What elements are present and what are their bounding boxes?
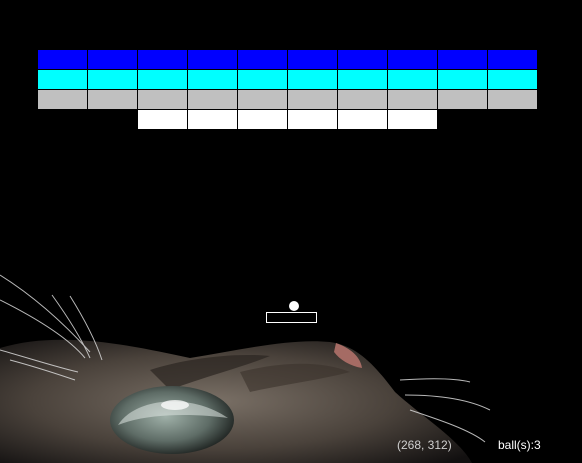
brick: [38, 70, 88, 90]
brick: [288, 50, 338, 70]
brick: [338, 90, 388, 110]
brick: [138, 110, 188, 130]
brick: [88, 50, 138, 70]
brick: [38, 50, 88, 70]
brick: [338, 50, 388, 70]
brick: [438, 70, 488, 90]
brick: [238, 50, 288, 70]
brick: [388, 110, 438, 130]
brick: [338, 110, 388, 130]
brick: [338, 70, 388, 90]
brick: [388, 70, 438, 90]
brick: [188, 110, 238, 130]
brick: [238, 70, 288, 90]
brick: [388, 90, 438, 110]
brick: [138, 90, 188, 110]
brick: [388, 50, 438, 70]
brick: [138, 70, 188, 90]
brick-wall: [38, 50, 538, 130]
brick: [38, 90, 88, 110]
mouse-coordinates-readout: (268, 312): [397, 438, 452, 452]
brick: [288, 110, 338, 130]
brick: [138, 50, 188, 70]
brick: [88, 90, 138, 110]
game-canvas[interactable]: (268, 312) ball(s):3: [0, 0, 582, 463]
brick: [238, 110, 288, 130]
brick: [188, 90, 238, 110]
ball: [289, 301, 299, 311]
brick: [488, 70, 538, 90]
paddle[interactable]: [266, 312, 317, 323]
brick: [188, 50, 238, 70]
brick: [488, 90, 538, 110]
brick: [438, 50, 488, 70]
brick: [288, 70, 338, 90]
brick: [288, 90, 338, 110]
brick: [438, 90, 488, 110]
balls-remaining-counter: ball(s):3: [498, 438, 541, 452]
brick: [88, 70, 138, 90]
brick: [488, 50, 538, 70]
brick: [238, 90, 288, 110]
brick: [188, 70, 238, 90]
